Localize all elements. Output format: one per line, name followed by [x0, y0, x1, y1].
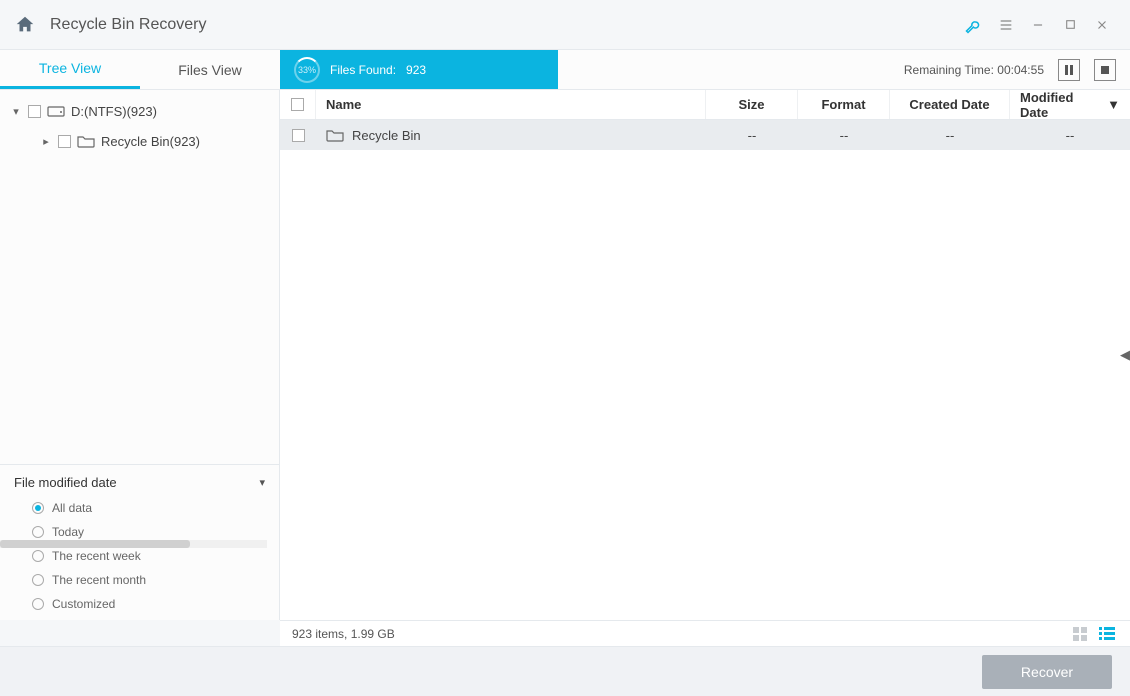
minimize-button[interactable] [1022, 9, 1054, 41]
filter-panel: File modified date ▾ All data Today The … [0, 464, 279, 620]
drive-icon [47, 104, 65, 118]
tree-recycle-label: Recycle Bin(923) [101, 134, 200, 149]
title-bar: Recycle Bin Recovery [0, 0, 1130, 50]
info-strip: Tree View Files View 33% Files Found: 92… [0, 50, 1130, 90]
grid-view-button[interactable] [1070, 625, 1092, 643]
radio-icon [32, 526, 44, 538]
filter-option-label: Customized [52, 597, 115, 611]
checkbox[interactable] [58, 135, 71, 148]
recover-button[interactable]: Recover [982, 655, 1112, 689]
checkbox[interactable] [292, 129, 305, 142]
cell-modified: -- [1010, 120, 1130, 150]
checkbox[interactable] [28, 105, 41, 118]
column-created[interactable]: Created Date [890, 90, 1010, 119]
tree-item-recycle-bin[interactable]: ▸ Recycle Bin(923) [0, 126, 279, 156]
file-list-panel: Name Size Format Created Date Modified D… [280, 90, 1130, 620]
expand-preview-handle[interactable]: ◀ [1120, 339, 1130, 371]
filter-option-label: All data [52, 501, 92, 515]
filter-option-label: The recent week [52, 549, 141, 563]
column-checkbox[interactable] [280, 90, 316, 119]
cell-created: -- [890, 120, 1010, 150]
cell-format: -- [798, 120, 890, 150]
home-icon[interactable] [12, 12, 38, 38]
chevron-down-icon[interactable]: ▾ [10, 105, 22, 118]
footer: Recover [0, 646, 1130, 696]
table-row[interactable]: Recycle Bin -- -- -- -- [280, 120, 1130, 150]
sidebar: ▾ D:(NTFS)(923) ▸ Recycle Bin(923) [0, 90, 280, 620]
remaining-value: 00:04:55 [997, 63, 1044, 77]
filter-option-week[interactable]: The recent week [14, 544, 265, 568]
filter-option-all[interactable]: All data [14, 496, 265, 520]
sort-desc-icon: ▼ [1107, 97, 1120, 112]
folder-icon [77, 134, 95, 148]
filter-option-custom[interactable]: Customized [14, 592, 265, 616]
tree-panel: ▾ D:(NTFS)(923) ▸ Recycle Bin(923) [0, 90, 279, 464]
stop-button[interactable] [1094, 59, 1116, 81]
folder-icon [326, 128, 344, 142]
files-found-count: 923 [406, 63, 426, 77]
filter-option-label: The recent month [52, 573, 146, 587]
scan-progress: 33% Files Found: 923 [280, 50, 558, 89]
view-tabs: Tree View Files View [0, 50, 280, 89]
tab-tree-view[interactable]: Tree View [0, 50, 140, 89]
maximize-button[interactable] [1054, 9, 1086, 41]
status-bar: 923 items, 1.99 GB [280, 620, 1130, 646]
radio-icon [32, 502, 44, 514]
radio-icon [32, 550, 44, 562]
status-text: 923 items, 1.99 GB [292, 627, 395, 641]
column-size[interactable]: Size [706, 90, 798, 119]
main-area: ▾ D:(NTFS)(923) ▸ Recycle Bin(923) [0, 90, 1130, 620]
key-icon[interactable] [958, 9, 990, 41]
radio-icon [32, 598, 44, 610]
chevron-down-icon: ▾ [259, 476, 265, 489]
app-title: Recycle Bin Recovery [50, 16, 207, 34]
progress-ring-icon: 33% [294, 57, 320, 83]
tree-item-drive[interactable]: ▾ D:(NTFS)(923) [0, 96, 279, 126]
checkbox[interactable] [291, 98, 304, 111]
files-found-label: Files Found: [330, 63, 396, 77]
filter-option-today[interactable]: Today [14, 520, 265, 544]
cell-size: -- [706, 120, 798, 150]
column-modified-label: Modified Date [1020, 90, 1103, 120]
table-header: Name Size Format Created Date Modified D… [280, 90, 1130, 120]
column-format[interactable]: Format [798, 90, 890, 119]
radio-icon [32, 574, 44, 586]
column-name[interactable]: Name [316, 90, 706, 119]
tab-files-view[interactable]: Files View [140, 50, 280, 89]
remaining-label: Remaining Time: [904, 63, 994, 77]
menu-icon[interactable] [990, 9, 1022, 41]
cell-name: Recycle Bin [352, 128, 421, 143]
remaining-time: Remaining Time: 00:04:55 [904, 63, 1044, 77]
list-view-button[interactable] [1096, 625, 1118, 643]
tree-drive-label: D:(NTFS)(923) [71, 104, 157, 119]
filter-option-month[interactable]: The recent month [14, 568, 265, 592]
filter-option-label: Today [52, 525, 84, 539]
close-button[interactable] [1086, 9, 1118, 41]
chevron-right-icon[interactable]: ▸ [40, 135, 52, 148]
pause-button[interactable] [1058, 59, 1080, 81]
filter-title: File modified date [14, 475, 117, 490]
filter-collapse-toggle[interactable]: File modified date ▾ [14, 475, 265, 490]
column-modified[interactable]: Modified Date ▼ [1010, 90, 1130, 119]
